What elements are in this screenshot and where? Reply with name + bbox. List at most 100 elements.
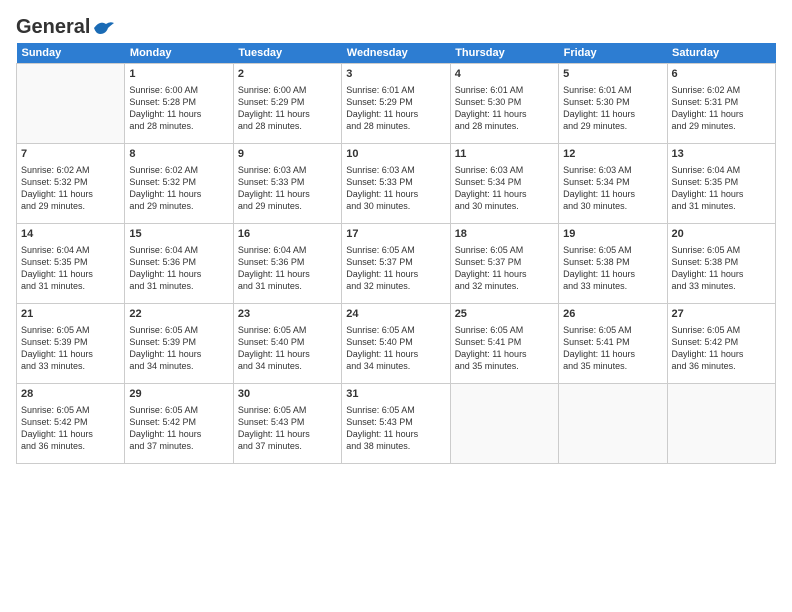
day-info: Sunrise: 6:05 AMSunset: 5:38 PMDaylight:… (563, 244, 662, 293)
calendar-cell: 12Sunrise: 6:03 AMSunset: 5:34 PMDayligh… (559, 144, 667, 224)
calendar-cell (450, 384, 558, 464)
day-number: 21 (21, 307, 120, 322)
day-info: Sunrise: 6:05 AMSunset: 5:41 PMDaylight:… (455, 324, 554, 373)
day-info: Sunrise: 6:05 AMSunset: 5:40 PMDaylight:… (238, 324, 337, 373)
calendar-week-2: 7 Sunrise: 6:02 AMSunset: 5:32 PMDaylight… (17, 144, 776, 224)
page: General SundayMondayTuesdayWednesdayThur… (0, 0, 792, 612)
calendar-cell: 26Sunrise: 6:05 AMSunset: 5:41 PMDayligh… (559, 304, 667, 384)
calendar-cell: 14 Sunrise: 6:04 AMSunset: 5:35 PMDayligh… (17, 224, 125, 304)
day-number: 27 (672, 307, 771, 322)
day-number: 2 (238, 67, 337, 82)
day-number: 15 (129, 227, 228, 242)
calendar-body: 1Sunrise: 6:00 AMSunset: 5:28 PMDaylight… (17, 64, 776, 464)
calendar-cell: 7 Sunrise: 6:02 AMSunset: 5:32 PMDaylight… (17, 144, 125, 224)
weekday-header-wednesday: Wednesday (342, 43, 450, 64)
calendar-week-3: 14 Sunrise: 6:04 AMSunset: 5:35 PMDayligh… (17, 224, 776, 304)
logo-general: General (16, 16, 90, 39)
weekday-header-sunday: Sunday (17, 43, 125, 64)
calendar-cell: 30 Sunrise: 6:05 AMSunset: 5:43 PMDayligh… (233, 384, 341, 464)
day-number: 9 (238, 147, 337, 162)
day-number: 25 (455, 307, 554, 322)
calendar-cell: 22Sunrise: 6:05 AMSunset: 5:39 PMDayligh… (125, 304, 233, 384)
calendar-cell: 9 Sunrise: 6:03 AMSunset: 5:33 PMDaylight… (233, 144, 341, 224)
calendar-week-1: 1Sunrise: 6:00 AMSunset: 5:28 PMDaylight… (17, 64, 776, 144)
calendar-cell: 25 Sunrise: 6:05 AMSunset: 5:41 PMDayligh… (450, 304, 558, 384)
calendar-cell: 4 Sunrise: 6:01 AMSunset: 5:30 PMDaylight… (450, 64, 558, 144)
day-info: Sunrise: 6:03 AMSunset: 5:33 PMDaylight:… (346, 164, 445, 213)
day-info: Sunrise: 6:04 AMSunset: 5:36 PMDaylight:… (238, 244, 337, 293)
day-number: 6 (672, 67, 771, 82)
calendar-cell: 2 Sunrise: 6:00 AMSunset: 5:29 PMDaylight… (233, 64, 341, 144)
day-info: Sunrise: 6:05 AMSunset: 5:39 PMDaylight:… (21, 324, 120, 373)
calendar-cell (17, 64, 125, 144)
day-number: 24 (346, 307, 445, 322)
day-number: 30 (238, 387, 337, 402)
day-number: 4 (455, 67, 554, 82)
day-number: 16 (238, 227, 337, 242)
calendar-cell: 19 Sunrise: 6:05 AMSunset: 5:38 PMDayligh… (559, 224, 667, 304)
day-number: 29 (129, 387, 228, 402)
logo: General (16, 16, 114, 35)
calendar-table: SundayMondayTuesdayWednesdayThursdayFrid… (16, 43, 776, 464)
day-info: Sunrise: 6:05 AMSunset: 5:41 PMDaylight:… (563, 324, 662, 373)
calendar-cell: 20Sunrise: 6:05 AMSunset: 5:38 PMDayligh… (667, 224, 775, 304)
calendar-cell: 16 Sunrise: 6:04 AMSunset: 5:36 PMDayligh… (233, 224, 341, 304)
day-info: Sunrise: 6:01 AMSunset: 5:30 PMDaylight:… (455, 84, 554, 133)
day-number: 10 (346, 147, 445, 162)
calendar-cell: 21 Sunrise: 6:05 AMSunset: 5:39 PMDayligh… (17, 304, 125, 384)
calendar-cell: 11 Sunrise: 6:03 AMSunset: 5:34 PMDayligh… (450, 144, 558, 224)
day-info: Sunrise: 6:05 AMSunset: 5:38 PMDaylight:… (672, 244, 771, 293)
day-info: Sunrise: 6:05 AMSunset: 5:42 PMDaylight:… (129, 404, 228, 453)
day-info: Sunrise: 6:02 AMSunset: 5:32 PMDaylight:… (129, 164, 228, 213)
day-number: 14 (21, 227, 120, 242)
weekday-header-monday: Monday (125, 43, 233, 64)
calendar-cell (559, 384, 667, 464)
calendar-cell: 18Sunrise: 6:05 AMSunset: 5:37 PMDayligh… (450, 224, 558, 304)
day-info: Sunrise: 6:05 AMSunset: 5:42 PMDaylight:… (21, 404, 120, 453)
day-number: 19 (563, 227, 662, 242)
day-info: Sunrise: 6:04 AMSunset: 5:36 PMDaylight:… (129, 244, 228, 293)
day-info: Sunrise: 6:01 AMSunset: 5:29 PMDaylight:… (346, 84, 445, 133)
day-info: Sunrise: 6:04 AMSunset: 5:35 PMDaylight:… (21, 244, 120, 293)
day-number: 18 (455, 227, 554, 242)
calendar-cell: 28 Sunrise: 6:05 AMSunset: 5:42 PMDayligh… (17, 384, 125, 464)
day-number: 1 (129, 67, 228, 82)
day-info: Sunrise: 6:05 AMSunset: 5:40 PMDaylight:… (346, 324, 445, 373)
day-info: Sunrise: 6:05 AMSunset: 5:37 PMDaylight:… (346, 244, 445, 293)
calendar-cell: 15 Sunrise: 6:04 AMSunset: 5:36 PMDayligh… (125, 224, 233, 304)
day-number: 8 (129, 147, 228, 162)
day-info: Sunrise: 6:05 AMSunset: 5:43 PMDaylight:… (346, 404, 445, 453)
day-number: 11 (455, 147, 554, 162)
day-number: 7 (21, 147, 120, 162)
day-info: Sunrise: 6:00 AMSunset: 5:29 PMDaylight:… (238, 84, 337, 133)
day-number: 17 (346, 227, 445, 242)
day-info: Sunrise: 6:03 AMSunset: 5:33 PMDaylight:… (238, 164, 337, 213)
weekday-header-friday: Friday (559, 43, 667, 64)
calendar-cell (667, 384, 775, 464)
day-info: Sunrise: 6:02 AMSunset: 5:31 PMDaylight:… (672, 84, 771, 133)
day-number: 13 (672, 147, 771, 162)
header: General (16, 16, 776, 35)
day-info: Sunrise: 6:04 AMSunset: 5:35 PMDaylight:… (672, 164, 771, 213)
calendar-week-5: 28 Sunrise: 6:05 AMSunset: 5:42 PMDayligh… (17, 384, 776, 464)
day-number: 28 (21, 387, 120, 402)
calendar-week-4: 21 Sunrise: 6:05 AMSunset: 5:39 PMDayligh… (17, 304, 776, 384)
day-info: Sunrise: 6:03 AMSunset: 5:34 PMDaylight:… (563, 164, 662, 213)
day-info: Sunrise: 6:03 AMSunset: 5:34 PMDaylight:… (455, 164, 554, 213)
day-info: Sunrise: 6:05 AMSunset: 5:43 PMDaylight:… (238, 404, 337, 453)
calendar-cell: 3 Sunrise: 6:01 AMSunset: 5:29 PMDaylight… (342, 64, 450, 144)
calendar-cell: 17 Sunrise: 6:05 AMSunset: 5:37 PMDayligh… (342, 224, 450, 304)
calendar-cell: 24 Sunrise: 6:05 AMSunset: 5:40 PMDayligh… (342, 304, 450, 384)
day-number: 31 (346, 387, 445, 402)
calendar-cell: 8 Sunrise: 6:02 AMSunset: 5:32 PMDaylight… (125, 144, 233, 224)
calendar-cell: 10 Sunrise: 6:03 AMSunset: 5:33 PMDayligh… (342, 144, 450, 224)
calendar-cell: 31 Sunrise: 6:05 AMSunset: 5:43 PMDayligh… (342, 384, 450, 464)
day-info: Sunrise: 6:02 AMSunset: 5:32 PMDaylight:… (21, 164, 120, 213)
day-info: Sunrise: 6:05 AMSunset: 5:39 PMDaylight:… (129, 324, 228, 373)
day-number: 3 (346, 67, 445, 82)
weekday-header-saturday: Saturday (667, 43, 775, 64)
calendar-cell: 1Sunrise: 6:00 AMSunset: 5:28 PMDaylight… (125, 64, 233, 144)
calendar-cell: 13 Sunrise: 6:04 AMSunset: 5:35 PMDayligh… (667, 144, 775, 224)
weekday-header-tuesday: Tuesday (233, 43, 341, 64)
calendar-cell: 5Sunrise: 6:01 AMSunset: 5:30 PMDaylight… (559, 64, 667, 144)
